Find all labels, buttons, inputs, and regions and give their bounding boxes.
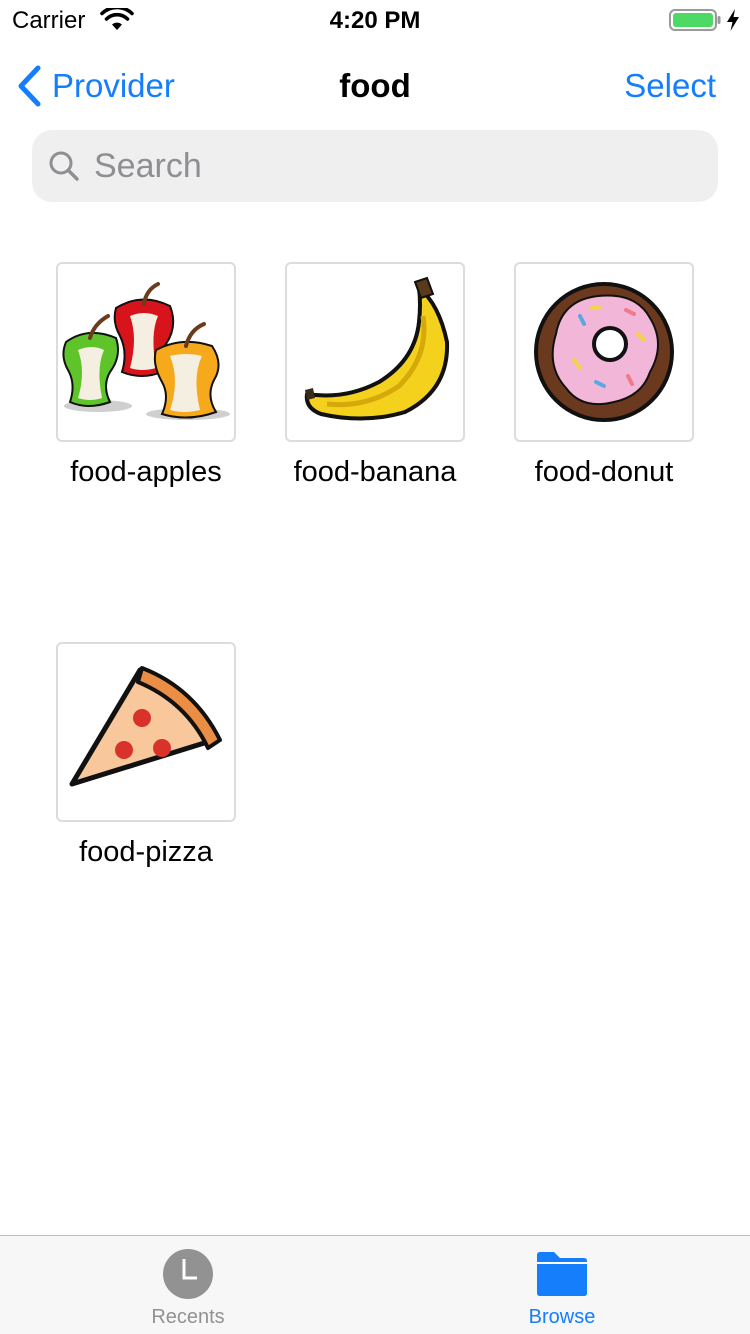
- file-item-food-pizza[interactable]: food-pizza: [46, 642, 246, 869]
- battery-icon: [669, 9, 721, 31]
- tab-recents[interactable]: Recents: [98, 1236, 278, 1334]
- status-bar: Carrier 4:20 PM: [0, 0, 750, 40]
- tab-bar: Recents Browse: [0, 1235, 750, 1334]
- tab-browse-label: Browse: [528, 1306, 596, 1328]
- folder-icon: [537, 1252, 587, 1296]
- search-input[interactable]: [94, 146, 654, 186]
- file-item-food-apples[interactable]: food-apples: [46, 262, 246, 489]
- search-bar[interactable]: [32, 130, 718, 202]
- file-name: food-banana: [293, 456, 457, 488]
- navigation-bar: Provider food Select: [0, 40, 750, 128]
- pizza-image: [69, 666, 222, 787]
- tab-browse[interactable]: Browse: [472, 1236, 652, 1334]
- file-thumbnail: [56, 262, 236, 442]
- apples-image: [62, 282, 230, 420]
- charging-bolt-icon: [727, 9, 739, 31]
- status-time: 4:20 PM: [329, 7, 421, 34]
- file-thumbnail: [285, 262, 465, 442]
- search-icon: [49, 151, 79, 181]
- file-item-food-banana[interactable]: food-banana: [275, 262, 475, 489]
- file-name: food-donut: [534, 456, 674, 488]
- clock-icon: [163, 1249, 213, 1299]
- file-thumbnail: [514, 262, 694, 442]
- donut-image: [534, 282, 674, 422]
- file-item-food-donut[interactable]: food-donut: [504, 262, 704, 489]
- file-thumbnail: [56, 642, 236, 822]
- tab-recents-label: Recents: [151, 1306, 225, 1328]
- file-name: food-apples: [70, 456, 222, 488]
- file-name: food-pizza: [79, 836, 213, 868]
- banana-image: [304, 276, 450, 421]
- select-button[interactable]: Select: [624, 64, 716, 108]
